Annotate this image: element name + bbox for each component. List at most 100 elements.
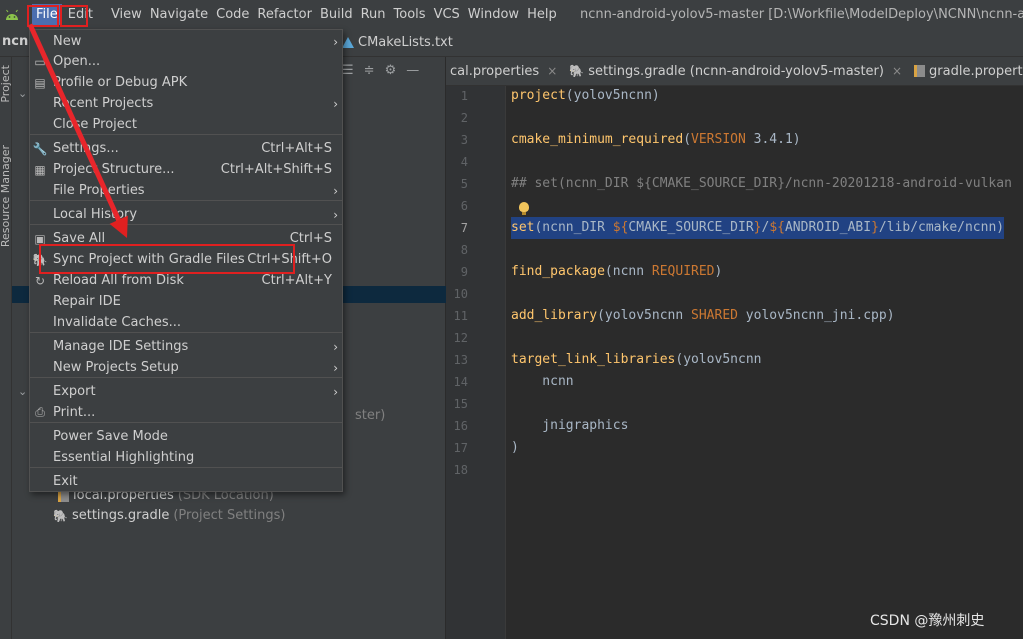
menu-item-print[interactable]: ⎙ Print...: [30, 402, 342, 423]
editor-tab[interactable]: gradle.properties×: [910, 64, 1023, 79]
cmake-tab[interactable]: CMakeLists.txt: [342, 35, 453, 50]
watermark: CSDN @豫州刺史: [870, 613, 985, 629]
menu-navigate[interactable]: Navigate: [146, 4, 212, 25]
line-number: 4: [460, 155, 468, 169]
menu-item-label: Reload All from Disk: [53, 273, 184, 288]
menu-item-local-history[interactable]: Local History ›: [30, 204, 342, 225]
menu-item-label: Essential Highlighting: [53, 450, 195, 465]
panel-toolbar: ☰ ≑ ⚙ —: [342, 63, 419, 78]
close-icon[interactable]: ×: [892, 64, 902, 78]
line-number: 3: [460, 133, 468, 147]
menu-item-power-save-mode[interactable]: Power Save Mode: [30, 426, 342, 447]
lightbulb-icon[interactable]: [519, 202, 529, 215]
menu-item-essential-highlighting[interactable]: Essential Highlighting: [30, 447, 342, 468]
menu-item-open[interactable]: ▭ Open...: [30, 51, 342, 72]
code-line-13[interactable]: target_link_libraries(yolov5ncnn: [511, 349, 761, 371]
tree-row-name: settings.gradle: [71, 508, 170, 523]
menu-item-new-projects-setup[interactable]: New Projects Setup ›: [30, 357, 342, 378]
menu-vcs[interactable]: VCS: [430, 4, 464, 25]
menu-item-label: Close Project: [53, 117, 138, 132]
menu-item-profile-or-debug-apk[interactable]: ▤ Profile or Debug APK: [30, 72, 342, 93]
menu-separator: [30, 332, 342, 333]
menu-item-manage-ide-settings[interactable]: Manage IDE Settings ›: [30, 336, 342, 357]
cmake-icon: [342, 37, 354, 48]
chevron-right-icon: ›: [333, 339, 338, 354]
line-number: 11: [453, 309, 468, 323]
tree-row-partial: ster): [355, 408, 386, 423]
menu-bar: File Edit View Navigate Code Refactor Bu…: [0, 0, 1023, 29]
line-number: 7: [460, 221, 468, 235]
code-line-5[interactable]: ## set(ncnn_DIR ${CMAKE_SOURCE_DIR}/ncnn…: [511, 173, 1012, 195]
menu-item-label: Repair IDE: [53, 294, 121, 309]
line-number: 12: [453, 331, 468, 345]
menu-item-repair-ide[interactable]: Repair IDE: [30, 291, 342, 312]
cmake-tab-label: CMakeLists.txt: [358, 35, 453, 50]
properties-file-icon: [914, 65, 926, 77]
gradle-icon: 🐘: [53, 508, 68, 523]
annotation-box-sync: [39, 244, 295, 274]
menu-tools[interactable]: Tools: [390, 4, 430, 25]
menu-build[interactable]: Build: [316, 4, 357, 25]
menu-item-shortcut: Ctrl+S: [289, 231, 332, 246]
menu-item-invalidate-caches[interactable]: Invalidate Caches...: [30, 312, 342, 333]
menu-item-exit[interactable]: Exit: [30, 471, 342, 492]
menu-separator: [30, 224, 342, 225]
editor-tab[interactable]: 🐘 settings.gradle (ncnn-android-yolov5-m…: [565, 64, 910, 79]
menu-view[interactable]: View: [107, 4, 146, 25]
menu-item-label: Exit: [53, 474, 78, 489]
menu-item-settings[interactable]: 🔧Settings...Ctrl+Alt+S: [30, 138, 342, 159]
tree-row[interactable]: 🐘 settings.gradle (Project Settings): [53, 508, 285, 523]
resource-manager-tool-button[interactable]: Resource Manager: [0, 145, 12, 247]
editor-tab[interactable]: cal.properties ×: [446, 64, 565, 79]
code-line-11[interactable]: add_library(yolov5ncnn SHARED yolov5ncnn…: [511, 305, 895, 327]
chevron-right-icon: ›: [333, 360, 338, 375]
wrench-icon: 🔧: [32, 141, 48, 156]
line-number: 18: [453, 463, 468, 477]
chevron-right-icon: ›: [333, 207, 338, 222]
gear-icon[interactable]: ⚙: [385, 63, 397, 78]
hide-icon[interactable]: —: [406, 63, 419, 78]
collapse-all-icon[interactable]: ☰: [342, 63, 354, 78]
android-logo-icon: [0, 0, 24, 29]
menu-separator: [30, 200, 342, 201]
code-line-7[interactable]: set(ncnn_DIR ${CMAKE_SOURCE_DIR}/${ANDRO…: [511, 217, 1005, 239]
menu-item-file-properties[interactable]: File Properties ›: [30, 180, 342, 201]
menu-code[interactable]: Code: [212, 4, 253, 25]
menu-item-new[interactable]: New ›: [30, 31, 342, 52]
code-line-17[interactable]: ): [511, 437, 519, 459]
chevron-right-icon: ›: [333, 384, 338, 399]
menu-help[interactable]: Help: [523, 4, 561, 25]
printer-icon: ⎙: [35, 405, 45, 419]
menu-item-label: Power Save Mode: [53, 429, 168, 444]
menu-item-shortcut: Ctrl+Alt+Y: [261, 273, 332, 288]
menu-item-recent-projects[interactable]: Recent Projects ›: [30, 93, 342, 114]
menu-item-label: Local History: [53, 207, 138, 222]
menu-item-export[interactable]: Export ›: [30, 381, 342, 402]
line-number: 17: [453, 441, 468, 455]
menu-item-shortcut: Ctrl+Alt+Shift+S: [220, 162, 332, 177]
menu-item-label: New: [53, 34, 82, 49]
menu-window[interactable]: Window: [464, 4, 523, 25]
line-number: 9: [460, 265, 468, 279]
window-title: ncnn-android-yolov5-master [D:\Workfile\…: [580, 7, 1023, 22]
project-tool-button[interactable]: Project: [0, 65, 12, 103]
expand-icon[interactable]: ≑: [364, 63, 375, 78]
code-line-1[interactable]: project(yolov5ncnn): [511, 85, 660, 107]
menu-item-label: File Properties: [53, 183, 145, 198]
chevron-right-icon: ›: [333, 96, 338, 111]
code-line-14[interactable]: ncnn: [511, 371, 573, 393]
code-line-3[interactable]: cmake_minimum_required(VERSION 3.4.1): [511, 129, 801, 151]
line-number: 1: [460, 89, 468, 103]
menu-refactor[interactable]: Refactor: [253, 4, 316, 25]
gradle-icon: 🐘: [569, 64, 585, 78]
code-line-16[interactable]: jnigraphics: [511, 415, 628, 437]
chevron-down-icon[interactable]: ⌄: [18, 87, 27, 100]
menu-run[interactable]: Run: [357, 4, 390, 25]
menu-item-project-structure[interactable]: ▦ Project Structure... Ctrl+Alt+Shift+S: [30, 159, 342, 180]
close-icon[interactable]: ×: [547, 64, 557, 78]
line-number: 16: [453, 419, 468, 433]
chevron-down-icon[interactable]: ⌄: [18, 385, 27, 398]
code-line-9[interactable]: find_package(ncnn REQUIRED): [511, 261, 722, 283]
apk-icon: ▤: [34, 75, 46, 90]
chevron-right-icon: ›: [333, 183, 338, 198]
